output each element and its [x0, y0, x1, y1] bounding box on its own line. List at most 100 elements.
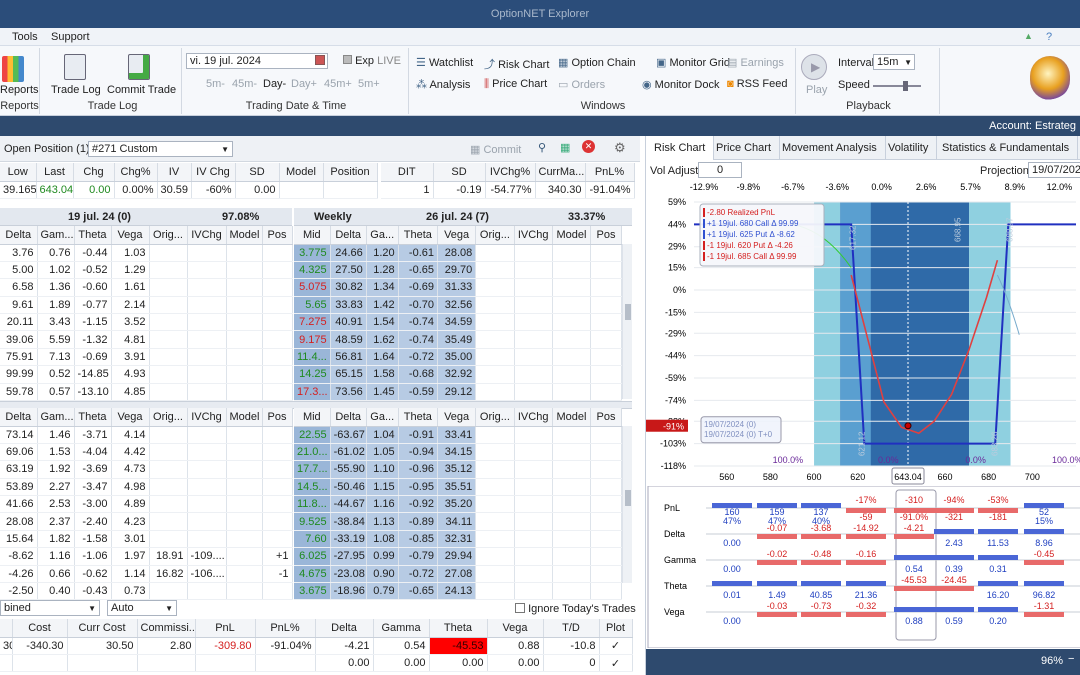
grouping-select[interactable]: bined ▼ [0, 600, 100, 616]
tab-risk-chart[interactable]: Risk Chart [646, 136, 715, 160]
chain-row[interactable]: 7.275 40.91 1.54 -0.74 34.59 [294, 313, 622, 332]
column-header[interactable]: Model [226, 226, 263, 245]
export-icon[interactable]: ▦ [560, 141, 570, 154]
monitor-dock-button[interactable]: ◉ Monitor Dock [642, 78, 719, 91]
column-header[interactable]: IV [157, 163, 192, 182]
column-header[interactable]: IVChg [187, 226, 227, 245]
column-header[interactable]: Model [279, 163, 324, 182]
column-header[interactable]: Delta [315, 619, 374, 638]
calls-scrollbar[interactable] [622, 244, 632, 399]
chain-row[interactable]: 17.3... 73.56 1.45 -0.59 29.12 [294, 383, 622, 402]
menu-support[interactable]: Support [51, 31, 90, 43]
column-header[interactable]: Commissi... [137, 619, 196, 638]
chain-row[interactable]: 63.19 1.92 -3.69 4.73 [0, 460, 293, 479]
column-header[interactable]: IVChg [187, 408, 227, 427]
tab-movement-analysis[interactable]: Movement Analysis [774, 136, 886, 160]
column-header[interactable]: Vega [487, 619, 544, 638]
monitor-grid-button[interactable]: ▣ Monitor Grid [656, 56, 730, 69]
speed-slider[interactable] [873, 81, 921, 91]
trade-log-button[interactable]: Trade Log [51, 84, 101, 96]
column-header[interactable]: Chg% [114, 163, 158, 182]
chain-row[interactable]: 14.25 65.15 1.58 -0.68 32.92 [294, 365, 622, 384]
rss-feed-button[interactable]: ◙ RSS Feed [727, 78, 787, 90]
column-header[interactable]: Vega [111, 408, 150, 427]
search-icon[interactable]: ⚲ [538, 141, 546, 154]
vol-adjust-input[interactable]: 0 [698, 162, 742, 178]
earnings-button[interactable]: ▤ Earnings [727, 56, 784, 69]
column-header[interactable]: Mid [294, 408, 331, 427]
chain-row[interactable]: 9.61 1.89 -0.77 2.14 [0, 296, 293, 315]
chain-row[interactable]: 3.775 24.66 1.20 -0.61 28.08 [294, 244, 622, 262]
orders-button[interactable]: ▭ Orders [558, 78, 605, 91]
column-header[interactable]: IVChg% [485, 163, 536, 182]
chain-row[interactable]: -4.26 0.66 -0.62 1.14 16.82 -106.... -1 [0, 565, 293, 584]
column-header[interactable]: Delta [330, 226, 367, 245]
column-header[interactable]: Model [552, 408, 592, 427]
column-header[interactable]: Cost [12, 619, 68, 638]
chain-row[interactable]: 3.76 0.76 -0.44 1.03 [0, 244, 293, 262]
chain-row[interactable]: 99.99 0.52 -14.85 4.93 [0, 365, 293, 384]
column-header[interactable]: Last [36, 163, 74, 182]
step-45m-minus[interactable]: 45m- [232, 78, 257, 90]
reports-button[interactable]: Reports [0, 84, 39, 96]
ignore-trades-checkbox[interactable]: Ignore Today's Trades [515, 602, 636, 615]
chain-row[interactable]: 5.65 33.83 1.42 -0.70 32.56 [294, 296, 622, 315]
step-5m-minus[interactable]: 5m- [206, 78, 225, 90]
column-header[interactable]: Model [552, 226, 592, 245]
column-header[interactable]: Pos [590, 226, 622, 245]
column-header[interactable]: Orig... [475, 226, 515, 245]
chain-row[interactable]: 6.58 1.36 -0.60 1.61 [0, 278, 293, 297]
tab-price-chart[interactable]: Price Chart [708, 136, 781, 160]
chain-row[interactable]: 5.075 30.82 1.34 -0.69 31.33 [294, 278, 622, 297]
chain-row[interactable]: 4.675 -23.08 0.90 -0.72 27.08 [294, 565, 622, 584]
chain-row[interactable]: 15.64 1.82 -1.58 3.01 [0, 530, 293, 549]
chain-row[interactable]: 39.06 5.59 -1.32 4.81 [0, 330, 293, 349]
plot-checkbox[interactable]: ✓ [599, 637, 633, 655]
close-icon[interactable]: ✕ [582, 140, 595, 153]
position-select[interactable]: #271 Custom ▼ [88, 141, 233, 157]
watchlist-button[interactable]: ☰ Watchlist [416, 56, 473, 69]
plot-checkbox[interactable]: ✓ [599, 654, 633, 673]
reports-icon[interactable] [2, 56, 24, 82]
column-header[interactable]: Chg [73, 163, 115, 182]
chain-row[interactable]: 4.325 27.50 1.28 -0.65 29.70 [294, 261, 622, 280]
column-header[interactable]: Theta [398, 226, 439, 245]
option-chain-button[interactable]: ▦ Option Chain [558, 56, 636, 69]
chain-row[interactable]: 11.4... 56.81 1.64 -0.72 35.00 [294, 348, 622, 367]
column-header[interactable]: T/D [543, 619, 600, 638]
column-header[interactable]: Low [0, 163, 37, 182]
column-header[interactable]: SD [235, 163, 280, 182]
step-day-minus[interactable]: Day- [263, 78, 286, 90]
column-header[interactable]: Gam... [37, 408, 75, 427]
price-chart-button[interactable]: ⫼ Price Chart [484, 78, 547, 91]
column-header[interactable]: Theta [74, 408, 112, 427]
column-header[interactable]: SD [433, 163, 486, 182]
column-header[interactable]: IV Chg [191, 163, 236, 182]
chain-row[interactable]: 11.8... -44.67 1.16 -0.92 35.20 [294, 495, 622, 514]
column-header[interactable]: Curr Cost [67, 619, 138, 638]
column-header[interactable]: Mid [294, 226, 331, 245]
play-button[interactable]: ▶ [801, 54, 827, 80]
column-header[interactable]: Pos [590, 408, 622, 427]
column-header[interactable]: Orig... [475, 408, 515, 427]
column-header[interactable]: Gamma [373, 619, 430, 638]
chain-row[interactable]: 7.60 -33.19 1.08 -0.85 32.31 [294, 530, 622, 549]
column-header[interactable]: Position [323, 163, 378, 182]
chain-row[interactable]: 6.025 -27.95 0.99 -0.79 29.94 [294, 547, 622, 566]
risk-chart-button[interactable]: ⤴ Risk Chart [484, 56, 549, 72]
minimize-icon[interactable]: ▲ [1024, 31, 1033, 41]
zoom-out-icon[interactable]: − [1068, 653, 1074, 665]
chain-row[interactable]: 22.55 -63.67 1.04 -0.91 33.41 [294, 426, 622, 444]
step-day-plus[interactable]: Day+ [291, 78, 317, 90]
column-header[interactable]: Gam... [37, 226, 75, 245]
column-header[interactable]: PnL% [585, 163, 635, 182]
chain-row[interactable]: 14.5... -50.46 1.15 -0.95 35.51 [294, 478, 622, 497]
column-header[interactable]: CurrMa... [535, 163, 586, 182]
chain-row[interactable]: 9.175 48.59 1.62 -0.74 35.49 [294, 330, 622, 349]
calendar-icon[interactable] [315, 55, 325, 65]
chain-row[interactable]: 9.525 -38.84 1.13 -0.89 34.11 [294, 512, 622, 531]
puts-scrollbar[interactable] [622, 426, 632, 583]
column-header[interactable]: IVChg [514, 408, 553, 427]
exp-toggle[interactable]: Exp LIVE [343, 55, 401, 67]
column-header[interactable]: Pos [262, 408, 293, 427]
